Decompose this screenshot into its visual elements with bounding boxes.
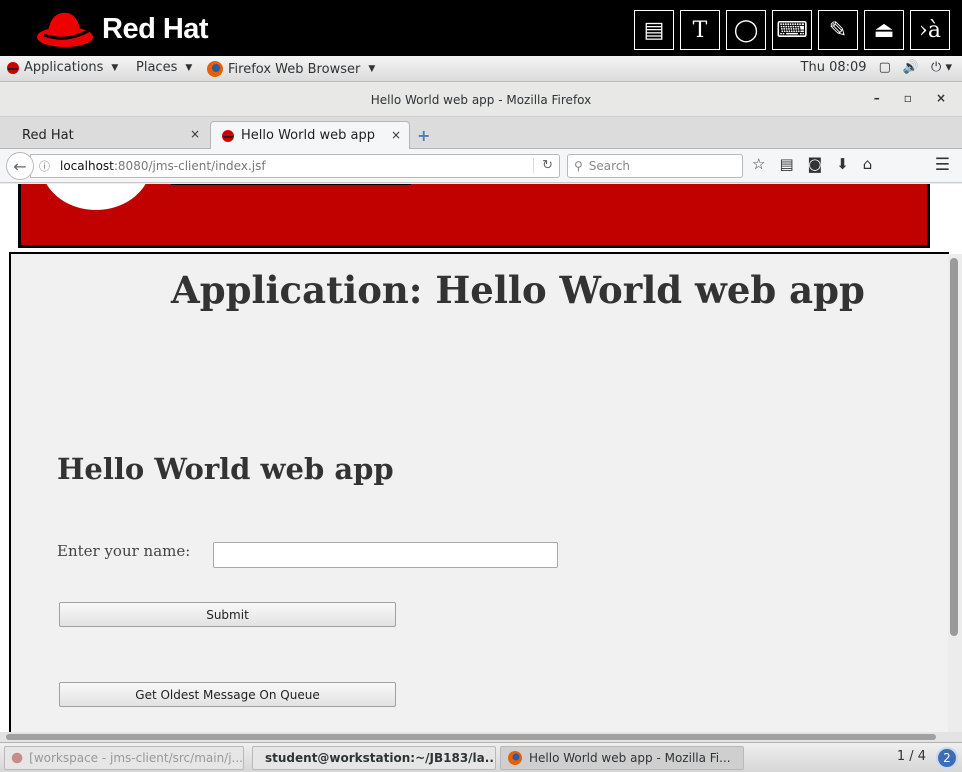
tab-label: Red Hat — [22, 127, 74, 143]
banner-wordmark-icon — [171, 184, 411, 185]
window-titlebar: Hello World web app - Mozilla Firefox – … — [0, 83, 962, 117]
search-icon: ⚲ — [574, 159, 583, 173]
window-controls: – ▫ × — [874, 91, 946, 105]
taskbar: [workspace - jms-client/src/main/j... st… — [0, 742, 962, 772]
workspace-pager[interactable]: 1 / 4 — [897, 749, 926, 764]
redhat-hat-icon — [37, 12, 93, 47]
places-label: Places — [136, 60, 178, 75]
firefox-icon — [207, 61, 223, 77]
reading-list-icon[interactable]: ▤ — [779, 155, 793, 173]
search-placeholder: Search — [588, 159, 631, 173]
info-icon[interactable]: ⓘ — [39, 158, 50, 174]
document-icon[interactable]: ▤ — [634, 10, 674, 50]
clock[interactable]: Thu 08:09 — [801, 60, 867, 75]
main-panel: Application: Hello World web app Hello W… — [9, 252, 949, 732]
name-input[interactable] — [213, 542, 558, 568]
hamburger-menu-icon[interactable]: ☰ — [935, 155, 950, 175]
redhat-small-icon — [7, 61, 19, 74]
firefox-launcher[interactable]: Firefox Web Browser ▼ — [206, 60, 375, 78]
url-bar[interactable]: ⓘ localhost:8080/jms-client/index.jsf ↻ — [30, 154, 560, 178]
chevron-down-icon: ▼ — [368, 64, 376, 74]
reload-icon[interactable]: ↻ — [533, 158, 553, 173]
redhat-favicon-icon — [222, 129, 234, 142]
back-arrow-icon: ← — [13, 156, 27, 176]
tab-red-hat[interactable]: Red Hat × — [0, 121, 208, 149]
taskbar-label: Hello World web app - Mozilla Fi... — [529, 751, 731, 765]
home-icon[interactable]: ⌂ — [863, 155, 873, 173]
taskbar-item-terminal[interactable]: student@workstation:~/JB183/la... — [252, 746, 496, 770]
remote-toolbar: Red Hat ▤ T ◯ ⌨ ✎ ⏏ ›à — [0, 0, 962, 56]
tab-label: Hello World web app — [241, 128, 375, 143]
get-oldest-message-button[interactable]: Get Oldest Message On Queue — [59, 682, 396, 707]
taskbar-item-eclipse[interactable]: [workspace - jms-client/src/main/j... — [4, 746, 244, 770]
section-heading: Hello World web app — [57, 452, 394, 486]
panel-status-area: Thu 08:09 ▢ 🔊 ⏻ ▾ — [801, 60, 952, 75]
download-icon[interactable]: ⬇ — [836, 155, 849, 173]
eject-icon[interactable]: ⏏ — [864, 10, 904, 50]
header-banner — [18, 184, 930, 248]
brand-name: Red Hat — [102, 12, 209, 45]
keyboard-icon[interactable]: ⌨ — [772, 10, 812, 50]
navigation-toolbar: ⓘ localhost:8080/jms-client/index.jsf ↻ … — [0, 149, 962, 183]
volume-icon[interactable]: 🔊 — [903, 60, 919, 75]
page-content: Application: Hello World web app Hello W… — [0, 184, 962, 732]
taskbar-item-firefox[interactable]: Hello World web app - Mozilla Fi... — [500, 746, 744, 770]
chevron-down-icon: ▼ — [185, 62, 193, 73]
power-icon[interactable]: ⏻ ▾ — [931, 60, 952, 75]
banner-logo-text — [171, 184, 411, 201]
firefox-icon — [508, 751, 522, 765]
window-title: Hello World web app - Mozilla Firefox — [370, 93, 592, 107]
taskbar-label: [workspace - jms-client/src/main/j... — [29, 751, 243, 765]
text-tool-icon[interactable]: T — [680, 10, 720, 50]
pocket-icon[interactable]: ◙ — [808, 155, 823, 173]
submit-button[interactable]: Submit — [59, 602, 396, 627]
tool-buttons: ▤ T ◯ ⌨ ✎ ⏏ ›à — [634, 10, 950, 50]
redhat-logo: Red Hat — [36, 9, 209, 49]
chevron-down-icon: ▼ — [111, 62, 119, 73]
tab-strip: Red Hat × Hello World web app × + — [0, 117, 962, 149]
back-button[interactable]: ← — [6, 152, 34, 180]
url-host: localhost — [60, 159, 114, 173]
horizontal-scrollbar-thumb[interactable] — [6, 734, 936, 740]
name-label: Enter your name: — [57, 542, 191, 560]
toolbar-icons: ☆ ▤ ◙ ⬇ ⌂ — [752, 155, 872, 173]
page-title: Application: Hello World web app — [171, 268, 865, 312]
close-icon[interactable]: × — [391, 128, 401, 142]
close-window-button[interactable]: × — [936, 91, 946, 105]
eclipse-icon — [11, 752, 23, 764]
close-icon[interactable]: × — [190, 127, 200, 141]
tab-hello-world[interactable]: Hello World web app × — [210, 121, 410, 149]
notification-badge[interactable]: 2 — [936, 747, 958, 769]
desktop: Red Hat ▤ T ◯ ⌨ ✎ ⏏ ›à Applications ▼ Pla… — [0, 0, 962, 772]
new-tab-button[interactable]: + — [417, 126, 430, 145]
search-bar[interactable]: ⚲ Search — [567, 154, 743, 178]
maximize-button[interactable]: ▫ — [904, 91, 912, 105]
applications-label: Applications — [24, 60, 104, 75]
banner-logo-shape — [41, 184, 151, 210]
places-menu[interactable]: Places ▼ — [136, 60, 192, 75]
applications-menu[interactable]: Applications ▼ — [6, 60, 118, 75]
screen-icon[interactable]: ▢ — [879, 60, 891, 75]
bookmark-star-icon[interactable]: ☆ — [752, 155, 765, 173]
circle-tool-icon[interactable]: ◯ — [726, 10, 766, 50]
horizontal-scrollbar[interactable] — [0, 732, 962, 742]
pen-disabled-icon[interactable]: ✎ — [818, 10, 858, 50]
taskbar-label: student@workstation:~/JB183/la... — [265, 751, 496, 765]
firefox-launcher-label: Firefox Web Browser — [228, 61, 361, 77]
url-path: :8080/jms-client/index.jsf — [113, 159, 266, 173]
gnome-top-panel: Applications ▼ Places ▼ Firefox Web Browse… — [0, 56, 962, 82]
minimize-button[interactable]: – — [874, 91, 880, 105]
input-method-icon[interactable]: ›à — [910, 10, 950, 50]
vertical-scrollbar-thumb[interactable] — [950, 258, 958, 636]
